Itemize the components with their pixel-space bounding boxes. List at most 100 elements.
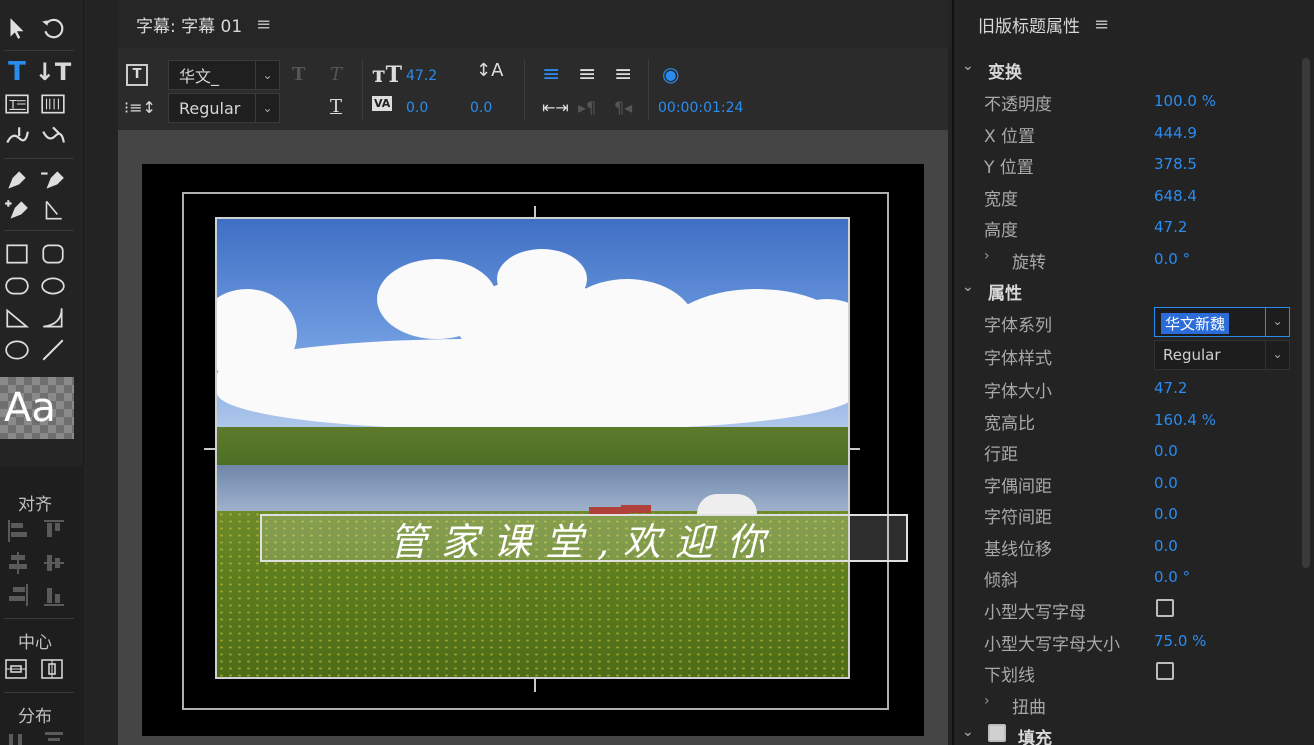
timecode-value[interactable]: 00:00:01:24: [658, 100, 743, 116]
kerning-icon: VA: [372, 96, 393, 111]
align-text-right-icon[interactable]: ≡: [614, 62, 632, 87]
align-top-icon[interactable]: [42, 518, 66, 544]
panel-menu-icon[interactable]: ≡: [256, 14, 271, 35]
fill-checkbox[interactable]: [988, 724, 1006, 742]
italic-icon[interactable]: T: [330, 64, 342, 85]
width-value[interactable]: 648.4: [1154, 187, 1197, 205]
kerning-value[interactable]: 0.0: [406, 100, 428, 116]
rectangle-tool-icon[interactable]: [2, 240, 32, 268]
underline-checkbox[interactable]: [1156, 662, 1174, 680]
path-type-tool-icon[interactable]: [2, 122, 32, 150]
section-attributes[interactable]: ⌄ 属性: [954, 275, 1299, 305]
tab-stops-icon[interactable]: ⁝≡↕: [124, 98, 156, 117]
align-right-icon[interactable]: [6, 582, 30, 608]
title-toolbar: T ⁝≡↕ 华文_ ⌄ Regular ⌄ T T T ᴛT 47.2 VA 0.0…: [118, 48, 948, 130]
vertical-path-type-tool-icon[interactable]: [38, 122, 68, 150]
bold-icon[interactable]: T: [292, 64, 305, 85]
distribute-label: 分布: [18, 707, 52, 727]
vertical-type-tool-icon[interactable]: ↓T: [35, 58, 71, 86]
add-anchor-tool-icon[interactable]: [2, 196, 32, 224]
title-text-box[interactable]: 管家课堂,欢迎你: [260, 514, 908, 564]
area-type-tool-icon[interactable]: T: [2, 90, 32, 118]
prop-small-caps: 小型大写字母: [954, 594, 1299, 624]
center-horizontal-icon[interactable]: [4, 656, 28, 682]
baseline-value[interactable]: 0.0: [1154, 537, 1178, 555]
font-size-value[interactable]: 47.2: [406, 68, 437, 84]
font-family-select-value: 华文新魏: [1161, 313, 1230, 334]
font-size-prop-value[interactable]: 47.2: [1154, 379, 1187, 397]
panel-menu-icon[interactable]: ≡: [1094, 14, 1109, 35]
prop-underline: 下划线: [954, 657, 1299, 687]
align-text-center-icon[interactable]: ≡: [578, 62, 596, 87]
prop-height: 高度 47.2: [984, 218, 1188, 241]
rotation-value[interactable]: 0.0 °: [1154, 250, 1190, 268]
delete-anchor-tool-icon[interactable]: [38, 166, 68, 194]
selection-tool-icon[interactable]: [2, 14, 32, 42]
roll-crawl-icon[interactable]: T: [126, 64, 148, 86]
prop-rotation[interactable]: › 旋转 0.0 °: [954, 244, 1299, 274]
title-editor-panel: 字幕: 字幕 01 ≡ T ⁝≡↕ 华文_ ⌄ Regular ⌄ T T T ᴛT…: [118, 0, 948, 745]
line-tool-icon[interactable]: [38, 336, 68, 364]
font-style-dropdown[interactable]: Regular ⌄: [168, 93, 280, 123]
chevron-down-icon: ⌄: [255, 94, 279, 122]
leading-value[interactable]: 0.0: [470, 100, 492, 116]
properties-scrollbar[interactable]: [1302, 58, 1310, 568]
chevron-down-icon: ⌄: [962, 279, 974, 295]
font-family-dropdown[interactable]: 华文_ ⌄: [168, 60, 280, 90]
font-family-select[interactable]: 华文新魏 ⌄: [1154, 307, 1290, 337]
ellipse-tool-icon[interactable]: [2, 336, 32, 364]
align-bottom-icon[interactable]: [42, 582, 66, 608]
small-caps-size-value[interactable]: 75.0 %: [1154, 632, 1206, 650]
prop-font-style: 字体样式 Regular ⌄: [954, 340, 1299, 370]
clipped-corner-rect-tool-icon[interactable]: [2, 272, 32, 300]
wedge-tool-icon[interactable]: [2, 304, 32, 332]
section-transform[interactable]: ⌄ 变换: [954, 54, 1299, 84]
rounded-rectangle-tool-icon[interactable]: [38, 240, 68, 268]
vertical-area-type-tool-icon[interactable]: [38, 90, 68, 118]
tracking-prop-value[interactable]: 0.0: [1154, 505, 1178, 523]
font-style-select[interactable]: Regular ⌄: [1154, 340, 1290, 370]
properties-header: 旧版标题属性 ≡: [954, 0, 1314, 48]
chevron-down-icon: ⌄: [962, 58, 974, 74]
tab-right-icon[interactable]: ¶◂: [614, 98, 632, 117]
align-h-center-icon[interactable]: [6, 550, 30, 576]
prop-opacity: 不透明度 100.0 %: [984, 92, 1216, 115]
prop-slant: 倾斜 0.0 °: [984, 568, 1191, 591]
convert-anchor-tool-icon[interactable]: [38, 196, 68, 224]
aspect-value[interactable]: 160.4 %: [1154, 411, 1216, 429]
align-v-center-icon[interactable]: [42, 550, 66, 576]
center-vertical-icon[interactable]: [40, 656, 64, 682]
rounded-corner-rect-tool-icon[interactable]: [38, 272, 68, 300]
small-caps-checkbox[interactable]: [1156, 599, 1174, 617]
align-left-icon[interactable]: [6, 518, 30, 544]
section-fill[interactable]: ⌄ 填充: [954, 720, 1299, 745]
arc-tool-icon[interactable]: [38, 304, 68, 332]
align-label: 对齐: [18, 495, 52, 515]
title-text[interactable]: 管家课堂,欢迎你: [389, 511, 779, 566]
y-position-value[interactable]: 378.5: [1154, 155, 1197, 173]
leading-prop-value[interactable]: 0.0: [1154, 442, 1178, 460]
underline-icon[interactable]: T: [330, 96, 342, 117]
kerning-prop-value[interactable]: 0.0: [1154, 474, 1178, 492]
distribute-top-icon[interactable]: [42, 728, 66, 745]
rotation-tool-icon[interactable]: [38, 14, 68, 42]
tools-panel: T ↓T T Aa 对齐 中心 分布: [0, 0, 84, 745]
editor-title: 字幕: 字幕 01: [136, 16, 243, 37]
height-value[interactable]: 47.2: [1154, 218, 1187, 236]
prop-distort[interactable]: › 扭曲: [954, 689, 1299, 719]
opacity-value[interactable]: 100.0 %: [1154, 92, 1216, 110]
align-panel: 对齐 中心 分布: [0, 466, 84, 745]
prop-font-size: 字体大小 47.2: [984, 379, 1188, 402]
pen-tool-icon[interactable]: [2, 166, 32, 194]
show-background-video-icon[interactable]: ◉: [662, 62, 679, 86]
tab-left-icon[interactable]: ▸¶: [578, 98, 596, 117]
prop-width: 宽度 648.4: [984, 187, 1197, 210]
type-tool-icon[interactable]: T: [2, 57, 32, 87]
distribute-left-icon[interactable]: [6, 728, 30, 745]
background-video-image: [215, 217, 850, 679]
tracking-icon: ⇤⇥: [542, 98, 569, 117]
x-position-value[interactable]: 444.9: [1154, 124, 1197, 142]
title-designer: T ↓T T Aa 对齐 中心 分布 字幕: 字幕 01 ≡ T ⁝≡↕ 华文_…: [0, 0, 1314, 745]
align-text-left-icon[interactable]: ≡: [542, 62, 560, 87]
slant-value[interactable]: 0.0 °: [1154, 568, 1190, 586]
